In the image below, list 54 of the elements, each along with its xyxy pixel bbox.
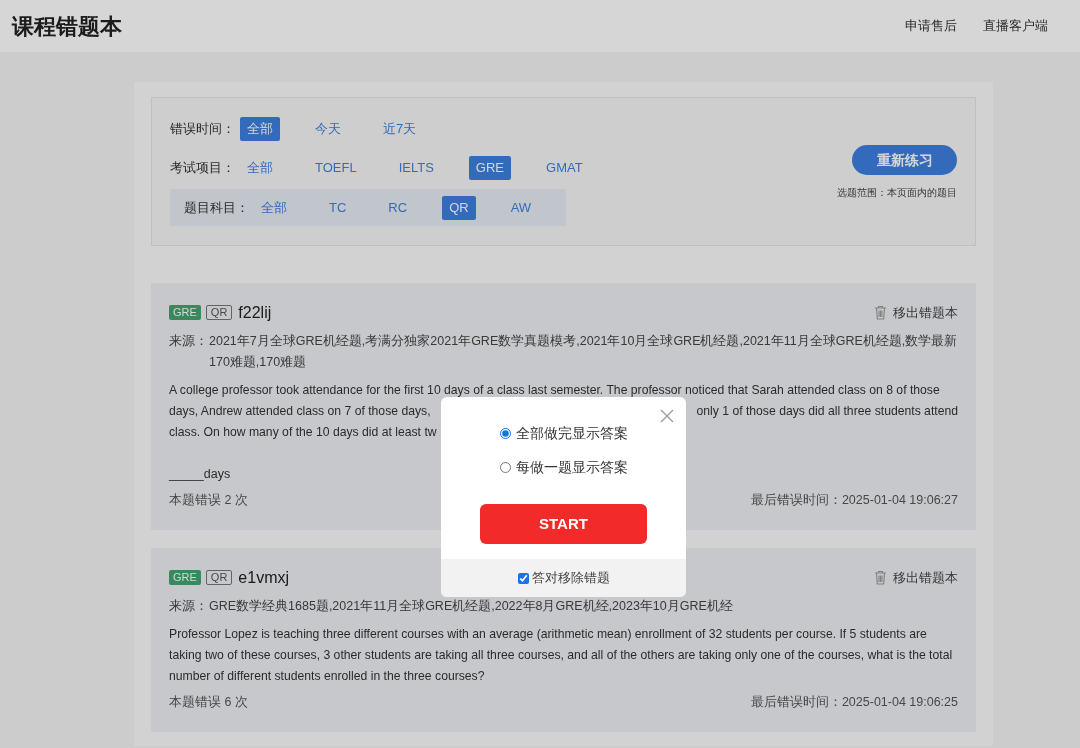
header-link[interactable]: 申请售后: [905, 16, 957, 36]
filter-option[interactable]: 全部: [240, 117, 280, 141]
filter-option[interactable]: 全部: [254, 195, 294, 220]
filter-option[interactable]: IELTS: [391, 156, 441, 180]
filter-option[interactable]: TC: [322, 195, 354, 220]
selection-scope-note: 选题范围：本页面内的题目: [837, 186, 957, 200]
filter-option[interactable]: RC: [381, 195, 415, 220]
source-label: 来源：: [169, 333, 209, 350]
filter-option[interactable]: 近7天: [376, 117, 424, 141]
exam-tag: GRE: [169, 304, 201, 320]
subject-tag: QR: [205, 569, 233, 585]
error-count: 本题错误 6 次: [169, 694, 248, 711]
question-text: only 1 of those days did all three students attend: [696, 403, 958, 420]
last-error-label: 最后错误时间：: [750, 694, 842, 711]
error-count: 本题错误 2 次: [169, 492, 248, 509]
close-icon[interactable]: [660, 409, 674, 423]
question-text: class. On how many of the 10 days did at least tw: [169, 424, 437, 441]
filter-option[interactable]: 全部: [240, 156, 280, 180]
source-text: 2021年7月全球GRE机经题,考满分独家2021年GRE数学真题模考,2021年10月全球GRE机经题,2021年11月全球GRE机经题,数学最新170难题,170难题: [209, 333, 958, 371]
exam-tag: GRE: [169, 569, 201, 585]
source-text: GRE数学经典1685题,2021年11月全球GRE机经题,2022年8月GRE机经,2023年10月GRE机经: [209, 598, 733, 615]
answer-blank: _____days: [169, 466, 231, 483]
filter-option[interactable]: AW: [503, 195, 539, 220]
filter-option[interactable]: QR: [442, 195, 476, 220]
question-text: A college professor took attendance for the first 10 days of a class last semester. The professor noticed that Sarah attended class on 8 of those: [169, 382, 940, 399]
question-text: taking two of these courses, 3 other students are taking all three courses, and all of the others are taking only one of the courses, what is the total: [169, 647, 953, 664]
trash-icon[interactable]: [874, 304, 887, 320]
last-error-label: 最后错误时间：: [750, 492, 842, 509]
practice-again-button[interactable]: 重新练习: [852, 145, 957, 175]
page-title: 课程错题本: [12, 12, 122, 41]
question-id: e1vmxj: [238, 567, 290, 588]
radio-label: 全部做完显示答案: [515, 424, 628, 443]
header-link[interactable]: 直播客户端: [983, 16, 1048, 36]
trash-icon[interactable]: [874, 569, 887, 585]
last-error-time: 2025-01-04 19:06:27: [841, 492, 958, 509]
checkbox[interactable]: [517, 572, 529, 584]
filter-option[interactable]: GMAT: [539, 156, 590, 180]
filter-option[interactable]: TOEFL: [308, 156, 364, 180]
checkbox-label: 答对移除错题: [531, 569, 610, 588]
question-text: days, Andrew attended class on 7 of those days,: [169, 403, 431, 420]
radio-label: 每做一题显示答案: [515, 458, 628, 477]
subject-tag: QR: [205, 304, 233, 320]
filter-option[interactable]: GRE: [468, 156, 511, 180]
question-text: number of different students enrolled in the three courses?: [169, 668, 485, 685]
filter-option[interactable]: 今天: [308, 117, 348, 141]
start-button[interactable]: START: [480, 504, 647, 544]
question-text: Professor Lopez is teaching three different courses with an average (arithmetic mean) enrollment of 32 students per course. If 5 students are: [169, 626, 927, 643]
remove-from-notebook-button[interactable]: 移出错题本: [874, 566, 958, 588]
radio-button[interactable]: [499, 428, 511, 439]
remove-from-notebook-button[interactable]: 移出错题本: [874, 301, 958, 323]
source-label: 来源：: [169, 598, 209, 615]
last-error-time: 2025-01-04 19:06:25: [841, 694, 958, 711]
question-id: f22lij: [238, 302, 272, 323]
radio-button[interactable]: [499, 462, 511, 473]
